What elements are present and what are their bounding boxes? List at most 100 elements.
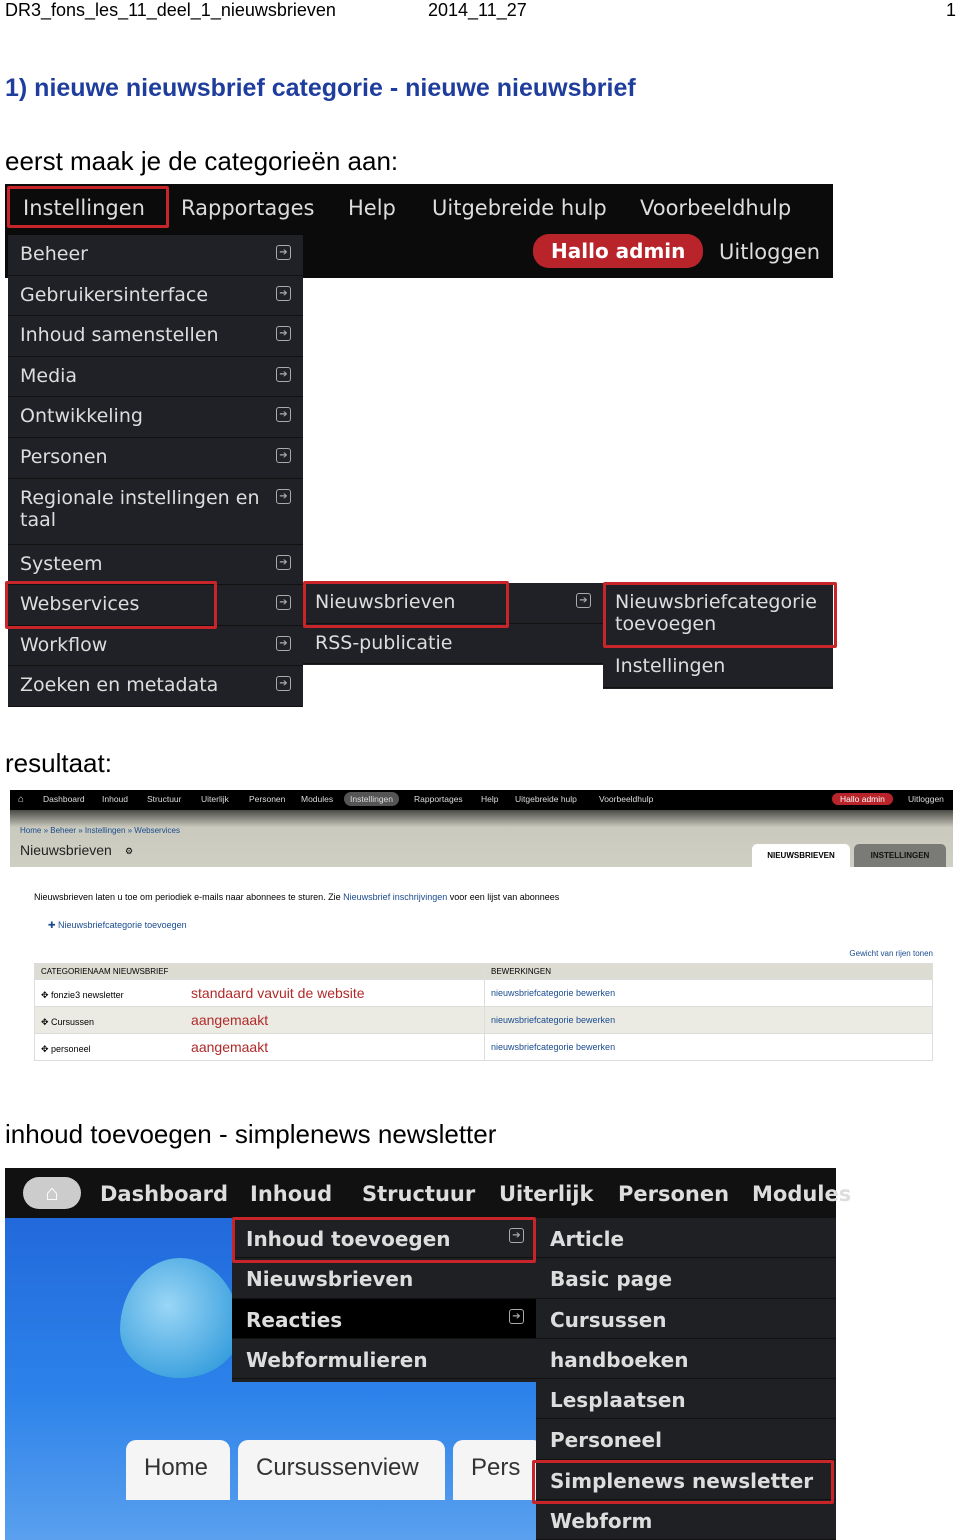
nav-item-active[interactable]: Instellingen <box>344 792 400 806</box>
arrow-right-icon: ➔ <box>276 676 291 692</box>
breadcrumb[interactable]: Home » Beheer » Instellingen » Webservic… <box>20 826 180 835</box>
table-row: ✥ fonzie3 newsletter standaard vavuit de … <box>34 979 933 1007</box>
arrow-right-icon: ➔ <box>276 285 291 301</box>
tab-pers[interactable]: Pers <box>453 1440 543 1500</box>
tab-home[interactable]: Home <box>126 1440 230 1500</box>
menu-item[interactable]: Personen ➔ <box>8 438 303 479</box>
menu-item[interactable]: Workflow ➔ <box>8 626 303 667</box>
home-icon[interactable]: ⌂ <box>18 794 24 805</box>
nav-item[interactable]: Personen <box>249 794 285 804</box>
edit-link[interactable]: nieuwsbriefcategorie bewerken <box>484 1033 933 1061</box>
logout-link[interactable]: Uitloggen <box>908 794 944 804</box>
result-label: resultaat: <box>5 748 112 778</box>
intro-text: eerst maak je de categorieën aan: <box>5 146 399 176</box>
menu-item[interactable]: Personeel <box>536 1419 836 1460</box>
menu-item-label: RSS-publicatie <box>315 631 453 654</box>
nav-item[interactable]: Uiterlijk <box>499 1182 593 1206</box>
menu-item[interactable]: handboeken <box>536 1338 836 1380</box>
description-text: Nieuwsbrieven laten u toe om periodiek e… <box>34 892 344 902</box>
section-3-text: inhoud toevoegen - simplenews newsletter <box>5 1119 497 1149</box>
nav-item[interactable]: Modules <box>752 1182 851 1206</box>
menu-item[interactable]: Cursussen <box>536 1298 836 1339</box>
menu-item-label: Zoeken en metadata <box>20 674 219 697</box>
nav-item[interactable]: Dashboard <box>43 794 85 804</box>
menu-item[interactable]: Systeem ➔ <box>8 545 303 586</box>
screenshot-settings-menu: Instellingen Rapportages Help Uitgebreid… <box>5 184 837 707</box>
arrow-right-icon: ➔ <box>276 554 291 570</box>
nav-item[interactable]: Personen <box>618 1182 729 1206</box>
column-header: CATEGORIENAAM NIEUWSBRIEF <box>34 963 485 980</box>
hallo-admin-button[interactable]: Hallo admin <box>832 793 893 805</box>
menu-voorbeeldhulp[interactable]: Voorbeeldhulp <box>640 196 791 220</box>
tab-cursussenview[interactable]: Cursussenview <box>238 1440 445 1500</box>
menu-rapportages[interactable]: Rapportages <box>181 196 314 220</box>
menu-item-label: Reacties <box>246 1307 343 1332</box>
menu-item[interactable]: Lesplaatsen <box>536 1379 836 1420</box>
menu-item[interactable]: Regionale instellingen en taal ➔ <box>8 479 303 545</box>
nav-item[interactable]: Help <box>481 794 498 804</box>
menu-item[interactable]: Beheer ➔ <box>8 235 303 276</box>
menu-item[interactable]: Webform <box>536 1500 836 1540</box>
drag-handle-icon[interactable]: ✥ <box>41 1017 51 1027</box>
categories-table: CATEGORIENAAM NIEUWSBRIEF BEWERKINGEN ✥ f… <box>34 963 933 1061</box>
menu-item[interactable]: Gebruikersinterface ➔ <box>8 276 303 317</box>
add-category-label: Nieuwsbriefcategorie toevoegen <box>58 920 187 930</box>
admin-toolbar: ⌂ Dashboard Inhoud Structuur Uiterlijk P… <box>10 790 953 810</box>
menu-uitgebreide-hulp[interactable]: Uitgebreide hulp <box>432 196 607 220</box>
annotation: aangemaakt <box>191 1039 269 1055</box>
menu-item[interactable]: Webformulieren <box>232 1338 536 1380</box>
add-category-link[interactable]: ✚ Nieuwsbriefcategorie toevoegen <box>48 920 187 931</box>
menu-item[interactable]: Article <box>536 1218 836 1259</box>
menu-item[interactable]: Basic page <box>536 1258 836 1299</box>
nav-item[interactable]: Inhoud <box>102 794 128 804</box>
menu-item-instellingen[interactable]: Instellingen <box>603 647 833 688</box>
tab-instellingen[interactable]: INSTELLINGEN <box>854 844 946 867</box>
arrow-right-icon: ➔ <box>276 488 291 504</box>
drag-handle-icon[interactable]: ✥ <box>41 1044 51 1054</box>
menu-item[interactable]: Nieuwsbrieven <box>232 1258 536 1299</box>
logout-link[interactable]: Uitloggen <box>719 240 820 264</box>
nav-item[interactable]: Rapportages <box>414 794 463 804</box>
menu-instellingen[interactable]: Instellingen <box>23 196 145 220</box>
nav-item[interactable]: Uitgebreide hulp <box>515 794 577 804</box>
menu-help[interactable]: Help <box>348 196 396 220</box>
home-icon[interactable]: ⌂ <box>23 1177 81 1209</box>
menu-item-label: Webformulieren <box>246 1347 428 1372</box>
highlight-box <box>5 581 217 629</box>
arrow-right-icon: ➔ <box>276 245 291 260</box>
subscriptions-link[interactable]: Nieuwsbrief inschrijvingen <box>343 892 447 902</box>
menu-item-label: Inhoud samenstellen <box>20 324 219 347</box>
arrow-right-icon: ➔ <box>276 407 291 423</box>
edit-link[interactable]: nieuwsbriefcategorie bewerken <box>484 1006 933 1034</box>
menu-item-label: Instellingen <box>615 655 726 677</box>
hallo-admin-button[interactable]: Hallo admin <box>533 234 704 268</box>
menu-item-label: Ontwikkeling <box>20 405 143 428</box>
menu-item-label: Media <box>20 364 78 387</box>
menu-item-rss[interactable]: RSS-publicatie <box>303 624 603 665</box>
arrow-right-icon: ➔ <box>276 326 291 342</box>
nav-item[interactable]: Modules <box>301 794 333 804</box>
nav-item[interactable]: Dashboard <box>100 1182 228 1206</box>
nav-item[interactable]: Structuur <box>362 1182 475 1206</box>
menu-item-label: Workflow <box>20 633 108 656</box>
doc-header-date: 2014_11_27 <box>428 0 527 20</box>
nav-item[interactable]: Voorbeeldhulp <box>599 794 653 804</box>
arrow-right-icon: ➔ <box>509 1308 524 1324</box>
menu-item[interactable]: Ontwikkeling ➔ <box>8 397 303 438</box>
nav-item[interactable]: Structuur <box>147 794 182 804</box>
menu-item[interactable]: Inhoud samenstellen ➔ <box>8 316 303 357</box>
highlight-box <box>532 1460 834 1504</box>
menu-item[interactable]: Zoeken en metadata ➔ <box>8 666 303 707</box>
menu-item-label: Nieuwsbrieven <box>246 1267 414 1292</box>
tab-nieuwsbrieven[interactable]: NIEUWSBRIEVEN <box>752 844 850 867</box>
menu-item[interactable]: Media ➔ <box>8 357 303 398</box>
edit-link[interactable]: nieuwsbriefcategorie bewerken <box>484 979 933 1007</box>
show-weights-link[interactable]: Gewicht van rijen tonen <box>849 949 933 958</box>
category-name: Cursussen <box>51 1017 95 1027</box>
menu-item[interactable]: Reacties ➔ <box>232 1298 536 1339</box>
screenshot-add-content-menu: ⌂ Dashboard Inhoud Structuur Uiterlijk P… <box>5 1168 851 1540</box>
gear-icon[interactable]: ⚙ <box>125 846 133 857</box>
nav-item[interactable]: Inhoud <box>250 1182 332 1206</box>
drag-handle-icon[interactable]: ✥ <box>41 990 51 1000</box>
nav-item[interactable]: Uiterlijk <box>201 794 229 804</box>
